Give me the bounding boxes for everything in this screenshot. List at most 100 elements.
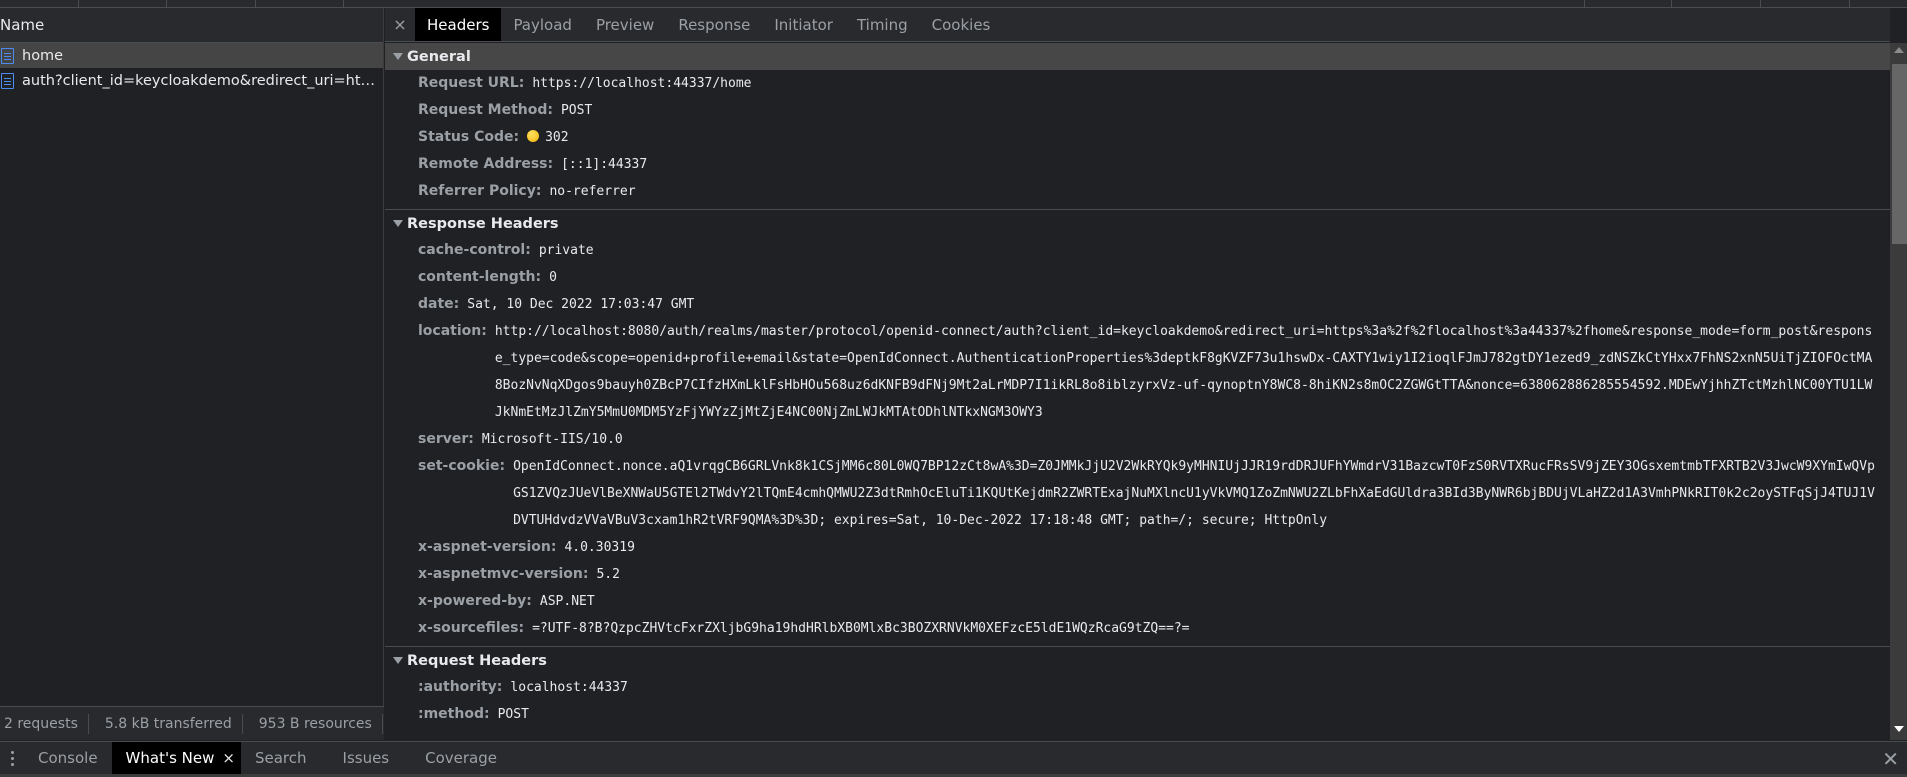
drawer-tab-console[interactable]: Console — [24, 742, 112, 774]
header-row: set-cookie: OpenIdConnect.nonce.aQ1vrqgCB… — [385, 453, 1890, 534]
close-details-button[interactable]: × — [385, 8, 415, 41]
expand-triangle-icon — [393, 53, 403, 60]
details-scrollbar[interactable] — [1890, 43, 1907, 740]
request-row-home[interactable]: home — [0, 43, 383, 68]
header-value: https://localhost:44337/home — [532, 76, 752, 91]
document-icon — [1, 47, 14, 64]
tab-cookies[interactable]: Cookies — [920, 8, 1003, 41]
status-dot-icon — [527, 130, 540, 142]
header-key: set-cookie: — [418, 458, 506, 474]
request-name: home — [22, 47, 64, 64]
header-row: Referrer Policy: no-referrer — [385, 178, 1890, 205]
header-key: Referrer Policy: — [418, 183, 542, 199]
general-section: General Request URL: https://localhost:44… — [385, 43, 1890, 210]
response-headers-section: Response Headers cache-control: private c… — [385, 210, 1890, 647]
column-separator — [1760, 0, 1761, 8]
column-separator — [1671, 0, 1672, 8]
section-title: Response Headers — [407, 215, 559, 232]
header-row: x-aspnetmvc-version: 5.2 — [385, 561, 1890, 588]
name-column-header[interactable]: Name — [0, 8, 383, 43]
scroll-up-arrow-icon[interactable] — [1894, 47, 1904, 53]
header-key: cache-control: — [418, 242, 531, 258]
drawer-tab-issues[interactable]: Issues — [321, 742, 412, 774]
column-separator — [1849, 0, 1850, 8]
headers-content: General Request URL: https://localhost:44… — [385, 43, 1890, 740]
document-icon — [1, 72, 14, 89]
column-separator — [166, 0, 167, 8]
header-key: :method: — [418, 706, 490, 722]
request-count: 2 requests — [0, 713, 89, 734]
header-value: =?UTF-8?B?QzpcZHVtcFxrZXljbG9ha19hdHRlbX… — [532, 621, 1190, 636]
top-column-strip — [0, 0, 1907, 8]
header-key: content-length: — [418, 269, 542, 285]
header-row: Request URL: https://localhost:44337/home — [385, 70, 1890, 97]
request-details-panel: × Headers Payload Preview Response Initi… — [385, 8, 1890, 740]
header-key: Request URL: — [418, 75, 525, 91]
column-separator — [343, 0, 344, 8]
header-value: 4.0.30319 — [564, 540, 635, 555]
column-separator — [78, 0, 79, 8]
header-value: [::1]:44337 — [561, 157, 648, 172]
header-key: :authority: — [418, 679, 503, 695]
expand-triangle-icon — [393, 657, 403, 664]
header-value: ASP.NET — [539, 594, 595, 609]
header-row: content-length: 0 — [385, 264, 1890, 291]
general-section-toggle[interactable]: General — [385, 43, 1890, 70]
drawer-tabbar: Console What's New × Search Issues Cover… — [0, 741, 1907, 774]
header-row: x-aspnet-version: 4.0.30319 — [385, 534, 1890, 561]
transferred-size: 5.8 kB transferred — [101, 713, 243, 734]
header-key: x-sourcefiles: — [418, 620, 525, 636]
header-key: location: — [418, 323, 487, 339]
more-tools-menu-icon[interactable] — [0, 742, 24, 774]
tab-timing[interactable]: Timing — [845, 8, 920, 41]
tab-preview[interactable]: Preview — [584, 8, 666, 41]
resources-size: 953 B resources — [255, 713, 383, 734]
header-value: 5.2 — [596, 567, 620, 582]
header-key: Remote Address: — [418, 156, 554, 172]
header-row: :method: POST — [385, 701, 1890, 728]
header-row: location: http://localhost:8080/auth/real… — [385, 318, 1890, 426]
drawer-tab-coverage[interactable]: Coverage — [411, 742, 511, 774]
header-value: no-referrer — [549, 184, 636, 199]
header-key: Request Method: — [418, 102, 553, 118]
tab-headers[interactable]: Headers — [415, 8, 502, 41]
expand-triangle-icon — [393, 220, 403, 227]
header-value: POST — [560, 103, 593, 118]
tab-response[interactable]: Response — [666, 8, 762, 41]
header-key: x-aspnetmvc-version: — [418, 566, 589, 582]
header-row: Status Code: 302 — [385, 124, 1890, 151]
header-row: :authority: localhost:44337 — [385, 674, 1890, 701]
header-key: date: — [418, 296, 460, 312]
header-value: localhost:44337 — [510, 680, 628, 695]
header-row: x-sourcefiles: =?UTF-8?B?QzpcZHVtcFxrZXlj… — [385, 615, 1890, 642]
header-row: x-powered-by: ASP.NET — [385, 588, 1890, 615]
header-key: x-aspnet-version: — [418, 539, 557, 555]
scroll-down-arrow-icon[interactable] — [1894, 726, 1904, 732]
header-value: 0 — [549, 270, 557, 285]
header-value: POST — [497, 707, 529, 722]
header-row: Remote Address: [::1]:44337 — [385, 151, 1890, 178]
request-list-panel: Name home auth?client_id=keycloakdemo&re… — [0, 8, 384, 706]
detail-tabbar: × Headers Payload Preview Response Initi… — [385, 8, 1890, 42]
column-separator — [255, 0, 256, 8]
close-drawer-icon[interactable]: ✕ — [1882, 747, 1899, 771]
header-row: date: Sat, 10 Dec 2022 17:03:47 GMT — [385, 291, 1890, 318]
header-value: Sat, 10 Dec 2022 17:03:47 GMT — [467, 297, 695, 312]
header-value: private — [538, 243, 594, 258]
status-code-value: 302 — [545, 130, 569, 145]
header-row: server: Microsoft-IIS/10.0 — [385, 426, 1890, 453]
header-value: http://localhost:8080/auth/realms/master… — [494, 324, 1873, 420]
tab-payload[interactable]: Payload — [501, 8, 584, 41]
close-tab-icon[interactable]: × — [222, 749, 235, 767]
header-row: cache-control: private — [385, 237, 1890, 264]
drawer-tab-search[interactable]: Search — [241, 742, 321, 774]
network-status-bar: 2 requests 5.8 kB transferred 953 B reso… — [0, 706, 384, 740]
request-row-auth[interactable]: auth?client_id=keycloakdemo&redirect_uri… — [0, 68, 383, 93]
tab-initiator[interactable]: Initiator — [762, 8, 845, 41]
response-headers-toggle[interactable]: Response Headers — [385, 210, 1890, 237]
request-headers-toggle[interactable]: Request Headers — [385, 647, 1890, 674]
header-key: server: — [418, 431, 474, 447]
scroll-thumb[interactable] — [1892, 64, 1907, 244]
header-row: Request Method: POST — [385, 97, 1890, 124]
drawer-tab-whats-new[interactable]: What's New × — [111, 742, 241, 774]
